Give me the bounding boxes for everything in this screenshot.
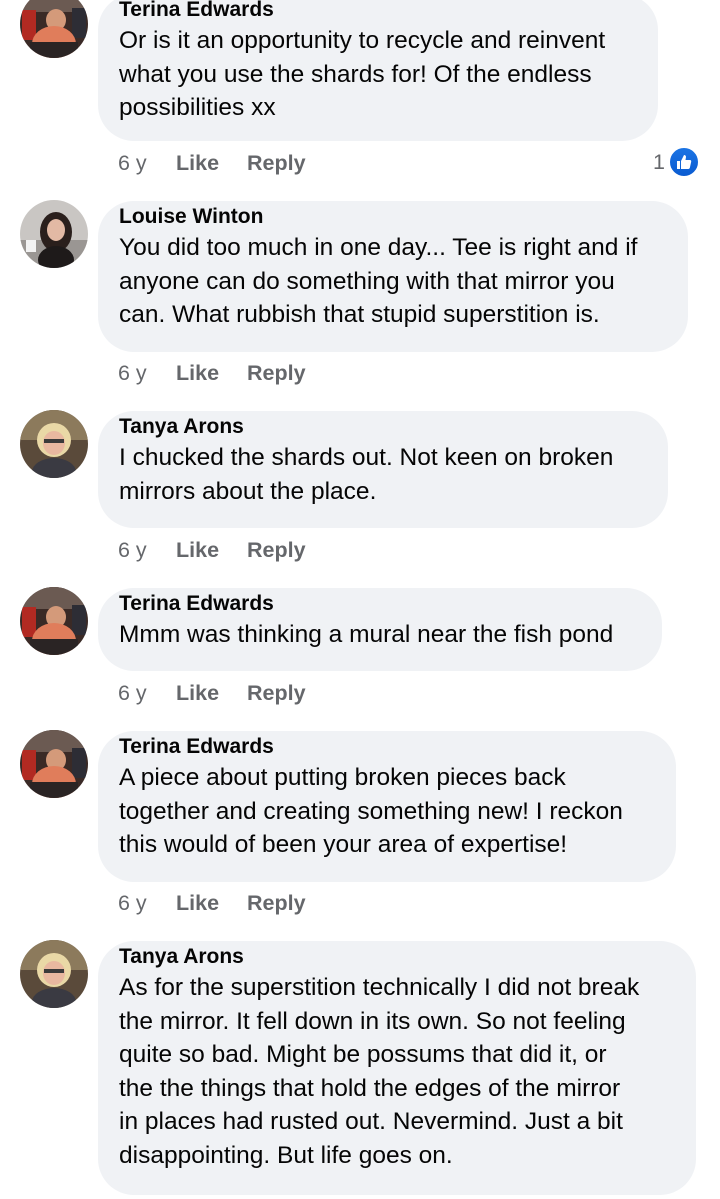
comment-text: I chucked the shards out. Not keen on br… <box>119 444 614 505</box>
reaction-count: 1 <box>653 150 665 174</box>
reply-button[interactable]: Reply <box>247 538 306 562</box>
comment-author[interactable]: Tanya Arons <box>119 415 648 439</box>
comment-actions: 6 y Like Reply <box>118 890 306 916</box>
like-thumb-icon <box>668 146 700 178</box>
avatar[interactable] <box>20 730 88 798</box>
comment-text: You did too much in one day... Tee is ri… <box>119 234 638 328</box>
comment-actions: 6 y Like Reply <box>118 360 306 386</box>
comment-time[interactable]: 6 y <box>118 890 176 916</box>
comment-bubble: Terina Edwards Mmm was thinking a mural … <box>98 588 662 671</box>
comment-author[interactable]: Terina Edwards <box>119 0 638 22</box>
like-button[interactable]: Like <box>176 150 247 176</box>
like-button[interactable]: Like <box>176 360 247 386</box>
comment-author[interactable]: Tanya Arons <box>119 945 676 969</box>
reply-button[interactable]: Reply <box>247 891 306 915</box>
comment-time[interactable]: 6 y <box>118 680 176 706</box>
comment-time[interactable]: 6 y <box>118 360 176 386</box>
comment-bubble: Terina Edwards Or is it an opportunity t… <box>98 0 658 141</box>
comment-bubble: Louise Winton You did too much in one da… <box>98 201 688 352</box>
comment-bubble: Tanya Arons I chucked the shards out. No… <box>98 411 668 528</box>
comment-text: As for the superstition technically I di… <box>119 974 640 1169</box>
comment-author[interactable]: Louise Winton <box>119 205 668 229</box>
avatar[interactable] <box>20 410 88 478</box>
comment-time[interactable]: 6 y <box>118 150 176 176</box>
comment-time[interactable]: 6 y <box>118 537 176 563</box>
avatar[interactable] <box>20 200 88 268</box>
reply-button[interactable]: Reply <box>247 681 306 705</box>
comment-bubble: Tanya Arons As for the superstition tech… <box>98 941 696 1195</box>
reply-button[interactable]: Reply <box>247 361 306 385</box>
comment-text: Or is it an opportunity to recycle and r… <box>119 27 606 121</box>
avatar[interactable] <box>20 587 88 655</box>
avatar[interactable] <box>20 940 88 1008</box>
comment-actions: 6 y Like Reply <box>118 150 306 176</box>
avatar[interactable] <box>20 0 88 58</box>
comment-bubble: Terina Edwards A piece about putting bro… <box>98 731 676 882</box>
reply-button[interactable]: Reply <box>247 151 306 175</box>
comment-author[interactable]: Terina Edwards <box>119 735 656 759</box>
comment-text: A piece about putting broken pieces back… <box>119 764 623 858</box>
comment-actions: 6 y Like Reply <box>118 680 306 706</box>
comment-text: Mmm was thinking a mural near the fish p… <box>119 621 614 648</box>
like-button[interactable]: Like <box>176 537 247 563</box>
like-button[interactable]: Like <box>176 890 247 916</box>
reaction-summary[interactable]: 1 <box>653 146 700 178</box>
like-button[interactable]: Like <box>176 680 247 706</box>
comment-author[interactable]: Terina Edwards <box>119 592 642 616</box>
comment-actions: 6 y Like Reply <box>118 537 306 563</box>
